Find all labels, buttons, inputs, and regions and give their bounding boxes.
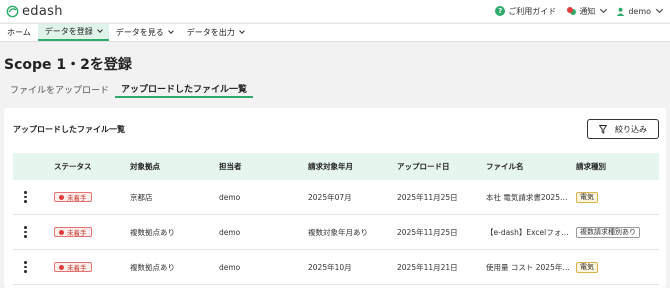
file-name-cell[interactable]: 使用量 コスト 2025年… <box>486 250 572 284</box>
edash-logo-icon <box>6 5 19 17</box>
billing-type-cell: 電気 <box>576 250 598 284</box>
site-cell: 京都店 <box>130 192 153 202</box>
header-file-name[interactable]: ファイル名 <box>486 153 524 180</box>
chevron-down-icon <box>600 5 608 14</box>
billing-month-cell: 2025年07月 <box>308 192 352 202</box>
status-label: 未着手 <box>67 194 87 202</box>
upload-date-cell: 2025年11月25日 <box>397 227 458 237</box>
kebab-menu-icon <box>24 191 27 203</box>
filter-button-label: 絞り込み <box>615 124 647 134</box>
user-menu[interactable]: demo <box>616 5 664 16</box>
card-title: アップロードしたファイル一覧 <box>13 125 125 134</box>
header-billing-month[interactable]: 請求対象年月 <box>308 153 353 180</box>
kebab-menu-icon <box>24 261 27 273</box>
help-guide-link[interactable]: ? ご利用ガイド <box>495 6 556 17</box>
owner-cell: demo <box>219 192 241 202</box>
app-logo[interactable]: edash <box>6 3 63 19</box>
user-name: demo <box>628 6 651 16</box>
row-actions-menu[interactable] <box>24 215 27 249</box>
table-row[interactable]: 未着手 複数拠点あり demo 複数対象年月あり 2025年11月25日 【e-… <box>13 215 659 250</box>
header-owner[interactable]: 担当者 <box>219 153 242 180</box>
chevron-down-icon <box>96 27 103 33</box>
nav-export-data-label: データを出力 <box>186 28 235 37</box>
chevron-down-icon <box>167 28 174 34</box>
status-badge: 未着手 <box>54 192 92 202</box>
nav-export-data[interactable]: データを出力 <box>180 24 251 41</box>
row-actions-menu[interactable] <box>24 250 27 284</box>
billing-type-tag: 電気 <box>576 191 598 203</box>
status-badge: 未着手 <box>54 262 92 272</box>
file-name-cell[interactable]: 【e-dash】Excelフォ… <box>486 215 572 249</box>
header-status[interactable]: ステータス <box>54 153 92 180</box>
site-cell: 複数拠点あり <box>130 262 175 272</box>
question-icon: ? <box>495 6 506 16</box>
uploaded-files-card: アップロードしたファイル一覧 絞り込み ステータス 対象拠点 担当者 請求対象年… <box>4 108 666 288</box>
upload-date-cell: 2025年11月25日 <box>397 192 458 202</box>
nav-register-data-label: データを登録 <box>44 27 93 36</box>
status-cell: 未着手 <box>54 250 92 284</box>
status-dot-icon <box>59 229 64 235</box>
nav-view-data-label: データを見る <box>115 28 164 37</box>
upload-date-cell: 2025年11月21日 <box>397 262 458 272</box>
notification-bell-icon <box>566 6 577 16</box>
help-guide-label: ご利用ガイド <box>508 6 557 16</box>
billing-month-cell: 複数対象年月あり <box>308 227 368 237</box>
nav-home[interactable]: ホーム <box>0 24 38 41</box>
main-nav: ホーム データを登録 データを見る データを出力 <box>0 23 670 42</box>
header-site[interactable]: 対象拠点 <box>130 153 160 180</box>
status-label: 未着手 <box>67 229 87 237</box>
billing-type-cell: 複数請求種別あり <box>576 215 640 249</box>
chevron-down-icon <box>655 5 664 14</box>
nav-home-label: ホーム <box>7 28 31 37</box>
table-row[interactable]: 未着手 複数拠点あり demo 2025年10月 2025年11月21日 使用量… <box>13 250 659 285</box>
header-billing-type[interactable]: 請求種別 <box>576 153 606 180</box>
tab-bar: ファイルをアップロード アップロードしたファイル一覧 <box>0 80 254 98</box>
site-cell: 複数拠点あり <box>130 227 175 237</box>
table-row[interactable]: 未着手 京都店 demo 2025年07月 2025年11月25日 本社 電気請… <box>13 180 659 215</box>
top-bar: edash ? ご利用ガイド 通知 demo <box>0 0 670 22</box>
status-dot-icon <box>59 194 64 200</box>
nav-view-data[interactable]: データを見る <box>109 24 180 41</box>
billing-type-cell: 電気 <box>576 180 598 214</box>
chevron-down-icon <box>238 28 245 34</box>
owner-cell: demo <box>219 227 241 237</box>
header-upload-date[interactable]: アップロード日 <box>397 153 450 180</box>
user-icon <box>617 7 625 16</box>
owner-cell: demo <box>219 262 241 272</box>
top-right-menu: ? ご利用ガイド 通知 demo <box>495 0 664 22</box>
row-actions-menu[interactable] <box>24 180 27 214</box>
nav-register-data[interactable]: データを登録 <box>37 24 109 41</box>
status-dot-icon <box>59 264 64 270</box>
logo-text: edash <box>22 3 63 19</box>
filter-funnel-icon <box>599 124 607 134</box>
table-header: ステータス 対象拠点 担当者 請求対象年月 アップロード日 ファイル名 請求種別 <box>13 153 659 180</box>
notification-menu[interactable]: 通知 <box>566 5 608 17</box>
status-cell: 未着手 <box>54 180 92 214</box>
status-badge: 未着手 <box>54 227 92 237</box>
status-cell: 未着手 <box>54 215 92 249</box>
billing-type-tag: 複数請求種別あり <box>576 226 640 238</box>
tab-upload-file[interactable]: ファイルをアップロード <box>0 80 115 98</box>
tab-uploaded-files[interactable]: アップロードしたファイル一覧 <box>115 80 254 98</box>
page-title: Scope 1・2を登録 <box>4 57 132 73</box>
filter-button[interactable]: 絞り込み <box>587 119 659 139</box>
billing-month-cell: 2025年10月 <box>308 262 352 272</box>
billing-type-tag: 電気 <box>576 261 598 273</box>
file-name-cell[interactable]: 本社 電気請求書2025… <box>486 180 572 214</box>
status-label: 未着手 <box>67 264 87 272</box>
kebab-menu-icon <box>24 226 27 238</box>
notification-label: 通知 <box>579 6 596 16</box>
